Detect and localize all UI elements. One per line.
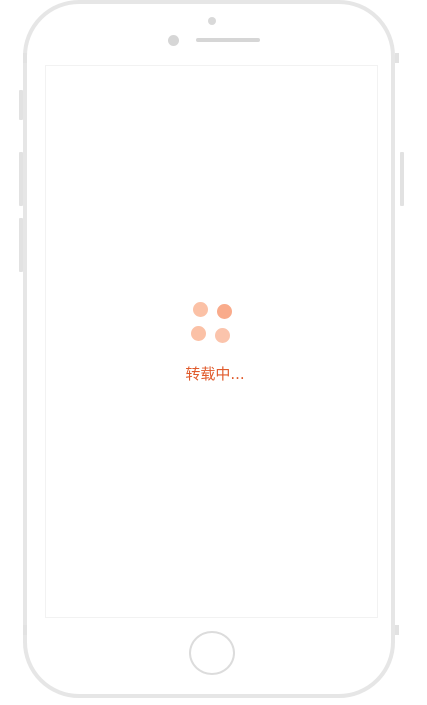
home-button[interactable] xyxy=(189,631,235,675)
antenna-band xyxy=(23,53,27,63)
spinner-dot xyxy=(215,328,230,343)
antenna-band xyxy=(23,625,27,635)
proximity-sensor xyxy=(208,17,216,25)
loading-text: 转载中... xyxy=(185,365,245,383)
device-mockup: 转载中... xyxy=(0,0,427,705)
front-camera-icon xyxy=(168,35,179,46)
spinner-dot xyxy=(191,326,206,341)
spinner-dot xyxy=(193,302,208,317)
power-button xyxy=(400,152,404,206)
earpiece-speaker xyxy=(196,38,260,42)
antenna-band xyxy=(395,53,399,63)
spinner-dot xyxy=(217,304,232,319)
loading-spinner xyxy=(190,302,236,346)
antenna-band xyxy=(395,625,399,635)
